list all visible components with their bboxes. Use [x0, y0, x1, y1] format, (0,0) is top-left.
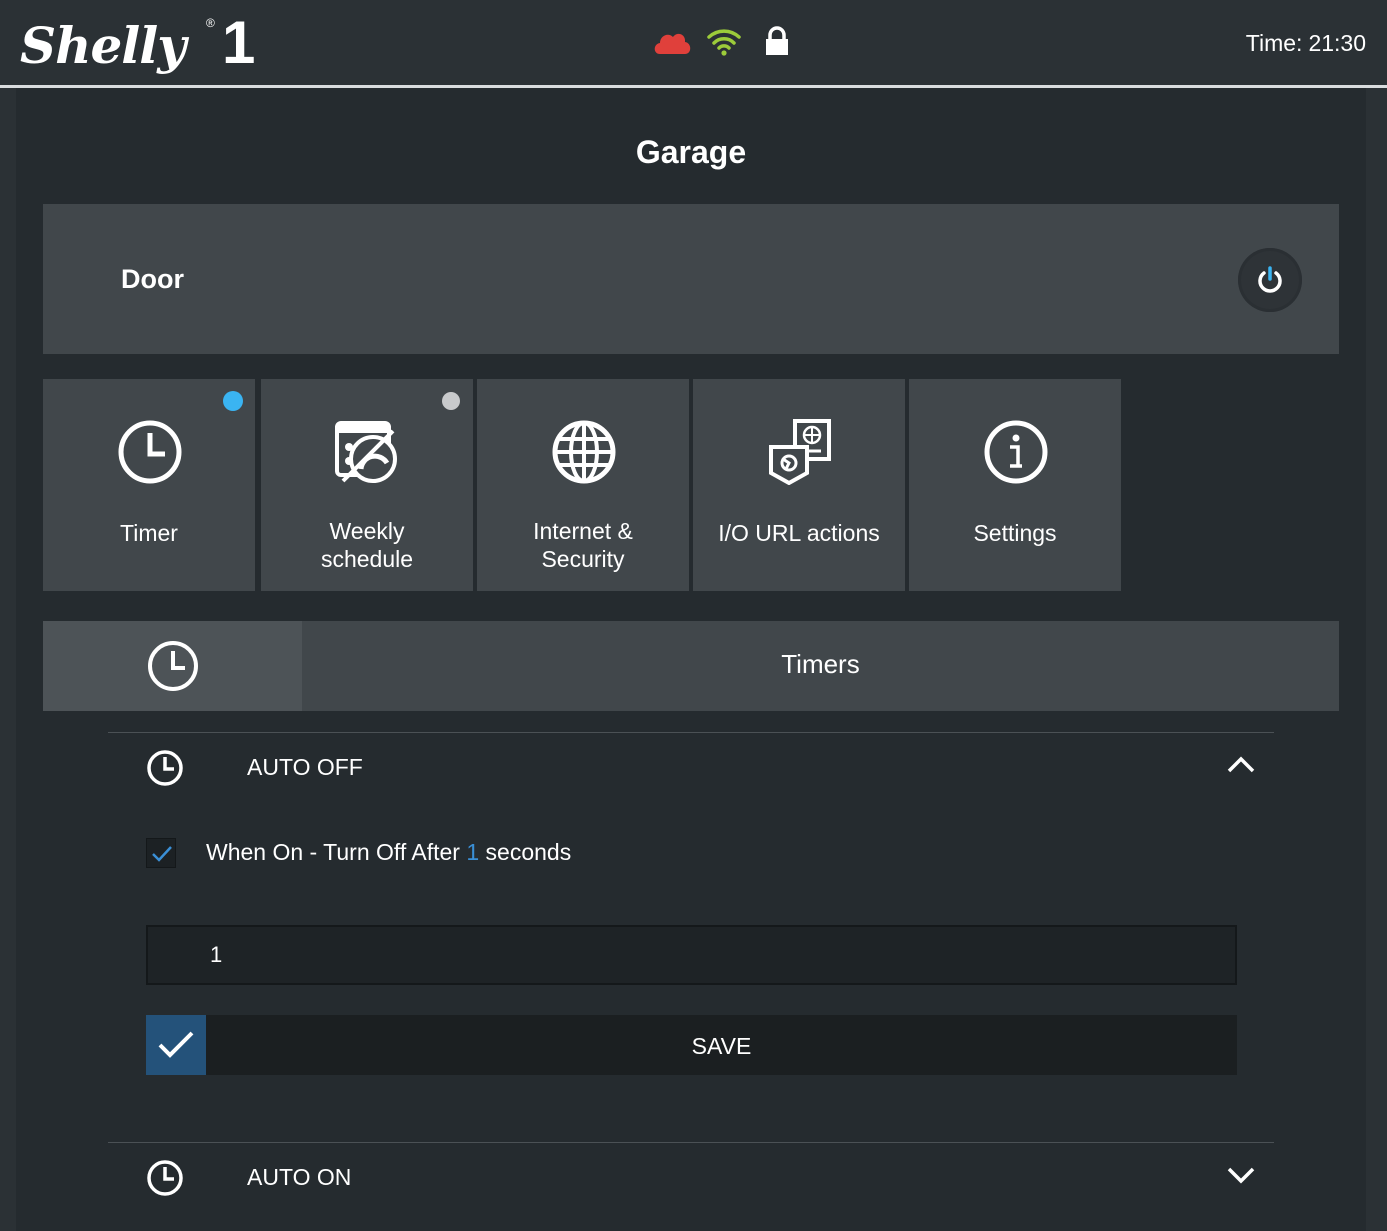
- status-icons: [652, 26, 792, 60]
- seconds-value: 1: [466, 839, 480, 865]
- auto-on-title: AUTO ON: [247, 1164, 352, 1190]
- registered-mark: ®: [206, 16, 215, 30]
- chevron-up-icon[interactable]: [1226, 755, 1256, 775]
- clock-icon: [148, 641, 198, 691]
- text-before: When On - Turn Off After: [206, 839, 460, 865]
- seconds-input[interactable]: [146, 925, 1237, 985]
- tile-internet-security[interactable]: Internet & Security: [477, 379, 689, 591]
- tile-settings[interactable]: Settings: [909, 379, 1121, 591]
- timers-accordion: AUTO OFF When On - Turn Off After 1 seco…: [108, 732, 1274, 1231]
- tile-internet-security-label: Internet & Security: [477, 517, 689, 573]
- top-bar: Shelly ® 1 Time: 21:30: [0, 0, 1387, 88]
- timers-section-header: Timers: [43, 621, 1339, 711]
- device-card: Door: [43, 204, 1339, 354]
- label-line-2: schedule: [320, 546, 414, 572]
- cloud-icon: [654, 33, 691, 54]
- shelly-logo: Shelly ® 1: [18, 8, 258, 80]
- inactive-indicator: [442, 392, 460, 410]
- auto-off-title: AUTO OFF: [247, 754, 363, 780]
- info-icon: [984, 420, 1048, 484]
- power-icon: [1258, 266, 1282, 293]
- lock-icon: [766, 26, 788, 55]
- tile-weekly-schedule-label: Weekly schedule: [261, 517, 473, 573]
- auto-on-header[interactable]: AUTO ON: [108, 1143, 1274, 1213]
- model-number: 1: [222, 9, 256, 76]
- feature-tiles: Timer Weekly schedule Internet & Securit…: [43, 379, 1123, 591]
- channel-name: Door: [121, 264, 184, 294]
- auto-off-header[interactable]: AUTO OFF: [108, 733, 1274, 803]
- time-value: 21:30: [1308, 30, 1366, 56]
- wifi-icon: [707, 29, 741, 56]
- label-line-2: Security: [541, 546, 625, 572]
- clock-icon: [147, 1160, 183, 1196]
- save-label: SAVE: [691, 1033, 752, 1059]
- tile-timer[interactable]: Timer: [43, 379, 255, 591]
- tile-timer-label: Timer: [120, 520, 178, 546]
- auto-off-description: When On - Turn Off After 1 seconds: [206, 839, 571, 866]
- label-line-1: Weekly: [329, 518, 405, 544]
- tile-io-url-actions[interactable]: I/O URL actions: [693, 379, 905, 591]
- page-title: Garage: [635, 134, 747, 170]
- brand-name: Shelly: [20, 16, 186, 75]
- clock-readout: Time: 21:30: [1246, 30, 1366, 57]
- section-icon-box: [43, 621, 302, 711]
- auto-off-option: When On - Turn Off After 1 seconds: [146, 836, 1046, 870]
- checkmark-icon: [152, 846, 172, 862]
- label-line-1: Internet &: [533, 518, 633, 544]
- tile-io-url-actions-label: I/O URL actions: [718, 520, 880, 546]
- checkmark-icon: [158, 1031, 194, 1058]
- tile-settings-label: Settings: [973, 520, 1057, 546]
- auto-off-checkbox[interactable]: [146, 838, 176, 868]
- chevron-down-icon[interactable]: [1226, 1165, 1256, 1185]
- power-button[interactable]: [1238, 248, 1302, 312]
- weekly-schedule-icon: [335, 421, 397, 483]
- save-button[interactable]: SAVE: [146, 1015, 1237, 1075]
- io-url-icon: [769, 419, 831, 485]
- tile-weekly-schedule[interactable]: Weekly schedule: [261, 379, 473, 591]
- save-check-box: [146, 1015, 206, 1075]
- clock-icon: [147, 750, 183, 786]
- text-after: seconds: [485, 839, 572, 865]
- section-title: Timers: [781, 649, 860, 679]
- active-indicator: [223, 391, 243, 411]
- globe-icon: [552, 420, 616, 484]
- main-panel: Garage Door Timer Weekly schedule Intern…: [16, 88, 1366, 1231]
- clock-icon: [118, 420, 182, 484]
- time-label: Time:: [1245, 30, 1303, 56]
